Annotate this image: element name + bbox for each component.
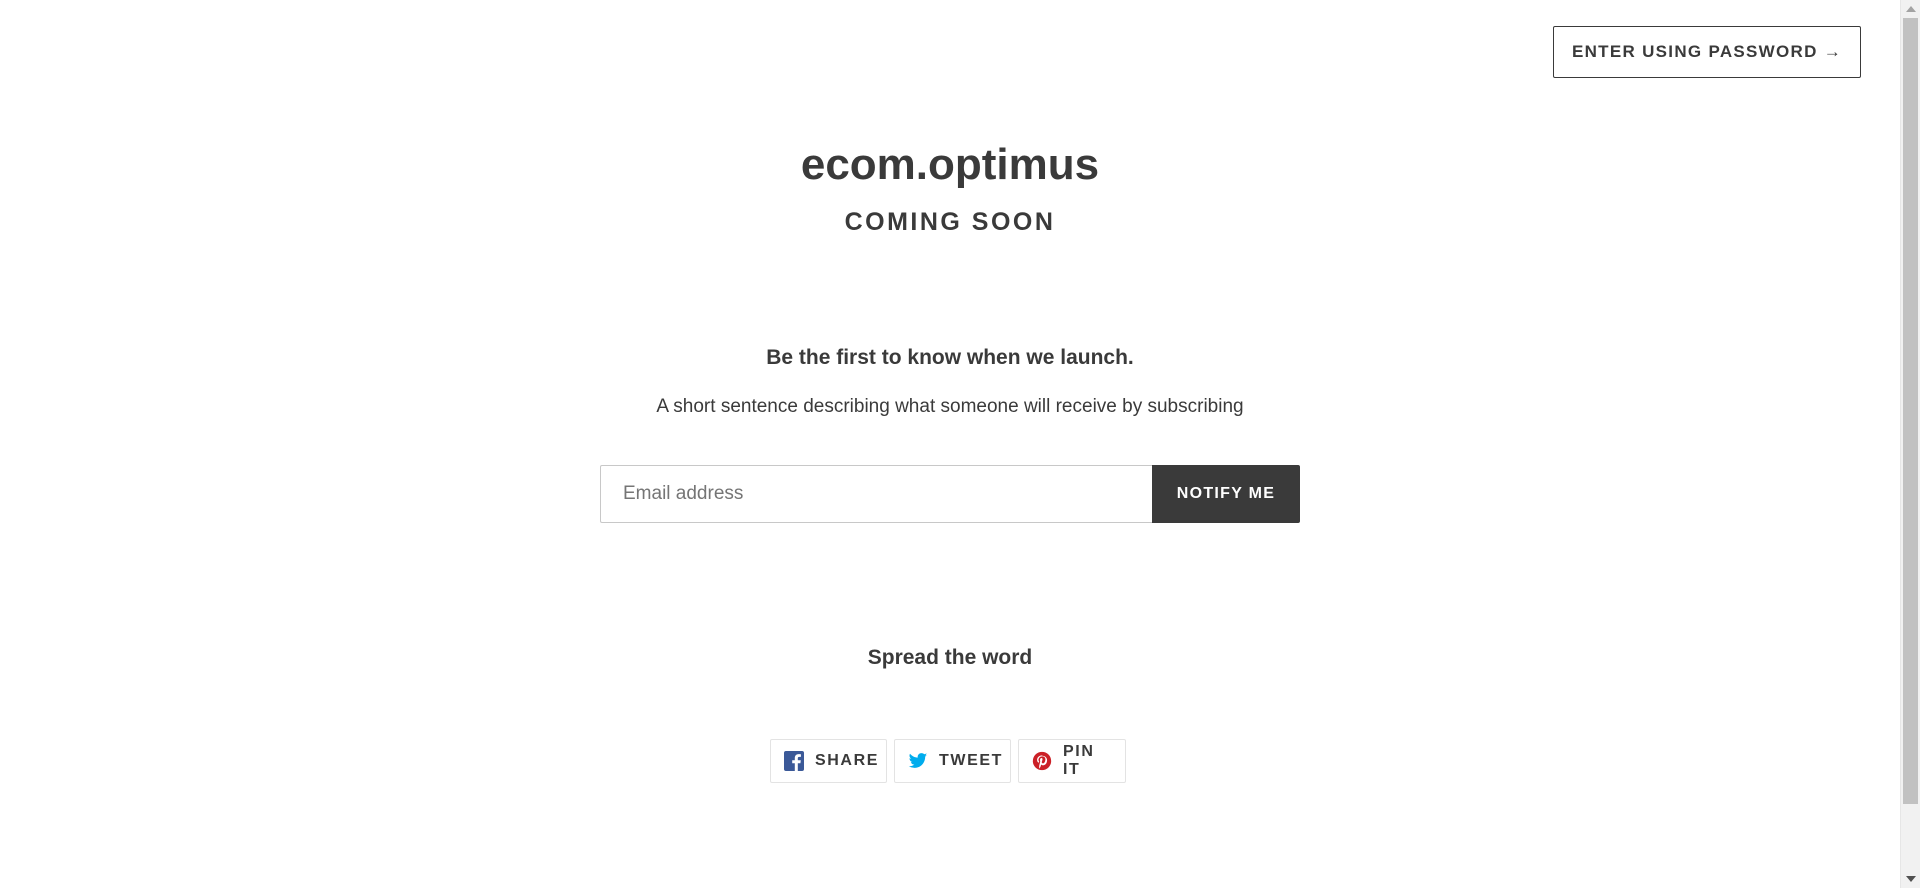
share-facebook-label: SHARE [815,752,880,769]
share-pinterest-button[interactable]: PIN IT [1018,739,1126,783]
twitter-icon [908,751,928,771]
spread-the-word-heading: Spread the word [867,646,1033,669]
enter-using-password-button[interactable]: ENTER USING PASSWORD → [1553,26,1861,78]
scroll-down-arrow-icon[interactable] [1906,876,1916,882]
share-twitter-button[interactable]: TWEET [894,739,1011,783]
vertical-scrollbar[interactable] [1900,0,1920,888]
scroll-up-arrow-icon[interactable] [1906,6,1916,12]
notify-me-button[interactable]: NOTIFY ME [1152,465,1300,523]
password-page: ENTER USING PASSWORD → ecom.optimus COMI… [0,0,1900,888]
share-pinterest-label: PIN IT [1063,743,1095,778]
hero-section: ecom.optimus COMING SOON [0,140,1900,238]
newsletter-section: Be the first to know when we launch. A s… [0,344,1900,420]
facebook-icon [784,751,804,771]
shop-name: ecom.optimus [800,140,1100,189]
newsletter-form: NOTIFY ME [600,465,1300,523]
newsletter-description: A short sentence describing what someone… [656,396,1244,417]
scrollbar-thumb[interactable] [1903,18,1918,804]
share-twitter-label: TWEET [939,752,1003,769]
coming-soon-heading: COMING SOON [844,208,1056,236]
pinterest-icon [1032,751,1052,771]
social-share-buttons: SHARE TWEET PIN IT [770,739,1126,783]
share-facebook-button[interactable]: SHARE [770,739,887,783]
newsletter-heading: Be the first to know when we launch. [766,346,1134,369]
email-input[interactable] [600,465,1152,523]
